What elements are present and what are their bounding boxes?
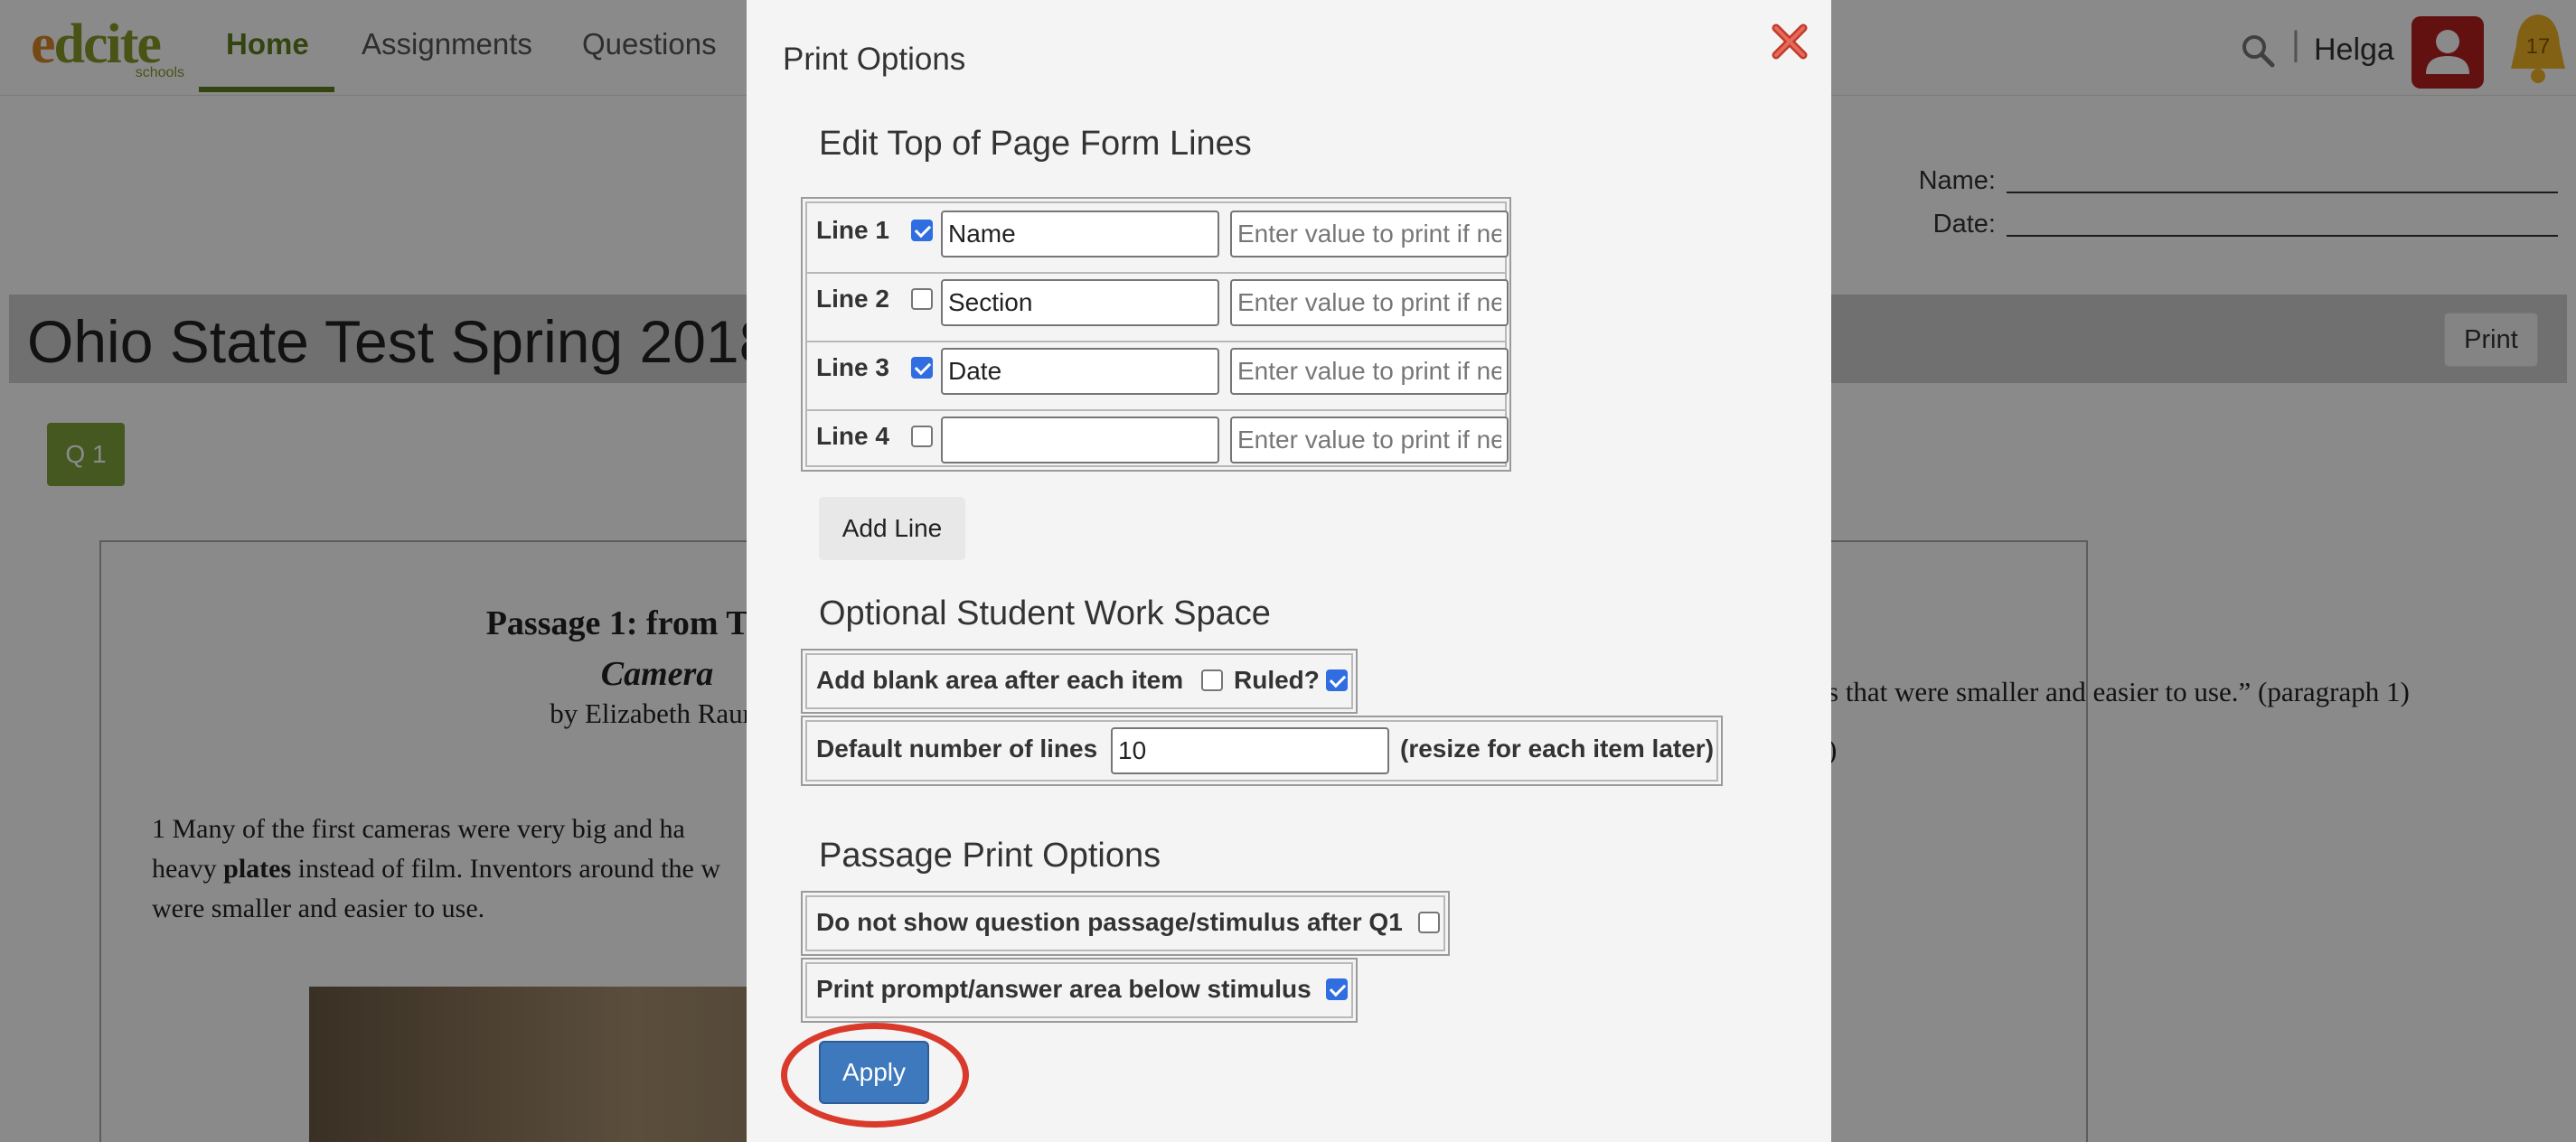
form-line-row: Line 3	[807, 341, 1509, 409]
line-2-label-input[interactable]	[941, 279, 1219, 326]
line-4-value-input[interactable]	[1230, 417, 1509, 463]
default-lines-input[interactable]	[1111, 727, 1389, 774]
hide-passage-label: Do not show question passage/stimulus af…	[816, 908, 1403, 936]
close-icon[interactable]	[1768, 20, 1811, 63]
dialog-title: Print Options	[783, 42, 966, 77]
work-space-heading: Optional Student Work Space	[819, 594, 1271, 632]
form-lines-heading: Edit Top of Page Form Lines	[819, 125, 1252, 163]
ruled-label: Ruled?	[1234, 666, 1320, 694]
line-2-checkbox[interactable]	[911, 288, 933, 310]
form-line-row: Line 2	[807, 272, 1509, 341]
line-2-label: Line 2	[816, 285, 889, 313]
line-4-checkbox[interactable]	[911, 426, 933, 447]
blank-area-label: Add blank area after each item	[816, 666, 1184, 694]
line-4-label-input[interactable]	[941, 417, 1219, 463]
prompt-below-label: Print prompt/answer area below stimulus	[816, 975, 1312, 1003]
passage-options-heading: Passage Print Options	[819, 837, 1161, 875]
resize-note: (resize for each item later)	[1400, 735, 1715, 763]
line-3-label: Line 3	[816, 353, 889, 381]
default-lines-label: Default number of lines	[816, 735, 1098, 763]
apply-button[interactable]: Apply	[819, 1041, 929, 1104]
line-1-label-input[interactable]	[941, 211, 1219, 257]
form-line-row: Line 4	[807, 409, 1509, 471]
line-2-value-input[interactable]	[1230, 279, 1509, 326]
blank-area-checkbox[interactable]	[1201, 669, 1223, 691]
add-line-button[interactable]: Add Line	[819, 497, 965, 560]
prompt-below-option: Print prompt/answer area below stimulus	[801, 958, 1358, 1023]
hide-passage-option: Do not show question passage/stimulus af…	[801, 891, 1450, 956]
blank-area-options: Add blank area after each item Ruled?	[801, 649, 1358, 714]
line-1-value-input[interactable]	[1230, 211, 1509, 257]
form-lines-table: Line 1 Line 2 Line 3 Line 4	[801, 197, 1511, 472]
line-3-label-input[interactable]	[941, 348, 1219, 395]
line-4-label: Line 4	[816, 422, 889, 450]
line-3-checkbox[interactable]	[911, 357, 933, 379]
line-3-value-input[interactable]	[1230, 348, 1509, 395]
ruled-checkbox[interactable]	[1326, 669, 1348, 691]
line-1-label: Line 1	[816, 216, 889, 244]
default-lines-options: Default number of lines (resize for each…	[801, 716, 1723, 786]
line-1-checkbox[interactable]	[911, 220, 933, 241]
hide-passage-checkbox[interactable]	[1418, 912, 1440, 933]
print-options-dialog: Print Options Edit Top of Page Form Line…	[747, 0, 1831, 1142]
form-line-row: Line 1	[807, 203, 1509, 272]
prompt-below-checkbox[interactable]	[1326, 978, 1348, 1000]
